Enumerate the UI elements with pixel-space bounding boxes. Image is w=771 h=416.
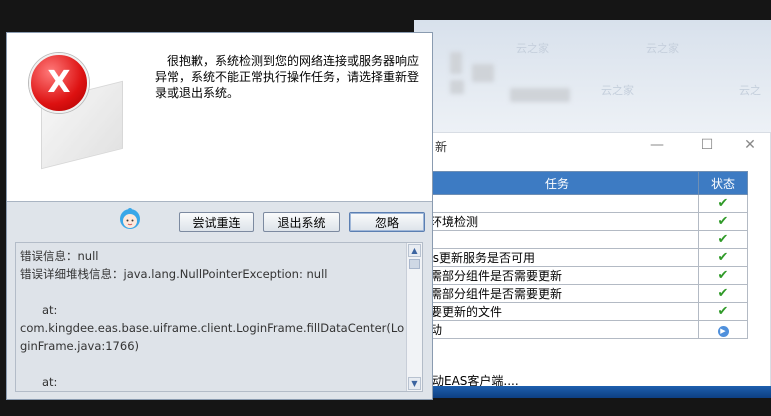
launcher-header: 云之家 云之家 云之家 云之 <box>414 20 771 132</box>
update-progress-window: 新 — ☐ ✕ 任务 状态 管 ✔ 端环境检测 ✔ <box>414 132 771 398</box>
task-cell: 启动 <box>415 320 699 339</box>
error-details-text: 错误信息：null 错误详细堆栈信息：java.lang.NullPointer… <box>20 247 406 391</box>
table-row: 启动 ▶ <box>415 320 748 339</box>
detail-line: 错误详细堆栈信息：java.lang.NullPointerException:… <box>20 267 328 281</box>
error-x-icon: X <box>29 53 89 113</box>
maximize-icon[interactable]: ☐ <box>697 136 717 154</box>
task-cell: 本需部分组件是否需要更新 <box>415 266 699 285</box>
detail-line: 错误信息：null <box>20 249 99 263</box>
status-cell: ✔ <box>698 248 748 267</box>
minimize-icon[interactable]: — <box>647 136 667 154</box>
retry-button[interactable]: 尝试重连 <box>179 212 254 232</box>
error-dialog: X 很抱歉，系统检测到您的网络连接或服务器响应异常，系统不能正常执行操作任务，请… <box>6 32 433 400</box>
blurred-logo <box>450 80 464 94</box>
close-icon[interactable]: ✕ <box>740 136 760 154</box>
window-title: 新 <box>435 140 448 154</box>
button-bar: 尝试重连 退出系统 忽略 <box>7 202 432 236</box>
detail-area: 错误信息：null 错误详细堆栈信息：java.lang.NullPointer… <box>7 236 432 399</box>
play-icon: ▶ <box>717 326 729 337</box>
mascot-icon <box>120 208 140 229</box>
check-icon: ✔ <box>717 196 729 211</box>
status-cell: ✔ <box>698 194 748 213</box>
task-cell: 管 <box>415 194 699 213</box>
check-icon: ✔ <box>717 268 729 283</box>
blurred-logo <box>472 64 494 82</box>
column-header-task: 任务 <box>415 171 699 195</box>
background-launcher-window: 云之家 云之家 云之家 云之 新 — ☐ ✕ 任务 状态 管 ✔ <box>414 20 771 398</box>
table-row: 需要更新的文件 ✔ <box>415 302 748 321</box>
error-details-box[interactable]: 错误信息：null 错误详细堆栈信息：java.lang.NullPointer… <box>15 242 423 392</box>
table-row: 本需部分组件是否需要更新 ✔ <box>415 284 748 303</box>
table-row: 管 ✔ <box>415 194 748 213</box>
watermark: 云之家 <box>601 84 634 97</box>
status-cell: ✔ <box>698 230 748 249</box>
task-table: 任务 状态 管 ✔ 端环境检测 ✔ 新 ✔ eas更新服务是否可用 <box>415 171 748 339</box>
check-icon: ✔ <box>717 304 729 319</box>
progress-strip <box>414 386 771 398</box>
detail-line: at: <box>42 375 58 389</box>
blurred-text <box>510 88 570 102</box>
scroll-thumb[interactable] <box>409 259 420 269</box>
task-cell: 新 <box>415 230 699 249</box>
task-cell: 端环境检测 <box>415 212 699 231</box>
scroll-down-icon[interactable]: ▼ <box>408 377 421 390</box>
detail-line <box>20 283 406 301</box>
status-cell: ✔ <box>698 212 748 231</box>
message-area: X 很抱歉，系统检测到您的网络连接或服务器响应异常，系统不能正常执行操作任务，请… <box>7 33 432 201</box>
status-cell: ✔ <box>698 284 748 303</box>
status-cell: ✔ <box>698 302 748 321</box>
task-cell: eas更新服务是否可用 <box>415 248 699 267</box>
status-cell: ▶ <box>698 320 748 339</box>
table-row: 端环境检测 ✔ <box>415 212 748 231</box>
watermark: 云之家 <box>516 42 549 55</box>
table-row: 新 ✔ <box>415 230 748 249</box>
blurred-logo <box>450 52 462 74</box>
detail-line: at: <box>42 303 58 317</box>
column-header-status: 状态 <box>698 171 748 195</box>
detail-line <box>20 355 406 373</box>
exit-system-button[interactable]: 退出系统 <box>263 212 340 232</box>
table-row: eas更新服务是否可用 ✔ <box>415 248 748 267</box>
ignore-button[interactable]: 忽略 <box>349 212 425 232</box>
check-icon: ✔ <box>717 214 729 229</box>
scroll-up-icon[interactable]: ▲ <box>408 244 421 257</box>
task-cell: 需要更新的文件 <box>415 302 699 321</box>
watermark: 云之家 <box>646 42 679 55</box>
status-cell: ✔ <box>698 266 748 285</box>
check-icon: ✔ <box>717 250 729 265</box>
vertical-scrollbar[interactable]: ▲ ▼ <box>406 243 422 391</box>
watermark: 云之 <box>739 84 761 97</box>
table-row: 本需部分组件是否需要更新 ✔ <box>415 266 748 285</box>
title-bar: 新 — ☐ ✕ <box>415 133 770 159</box>
task-cell: 本需部分组件是否需要更新 <box>415 284 699 303</box>
detail-line: com.kingdee.eas.base.uiframe.client.Logi… <box>20 321 405 353</box>
check-icon: ✔ <box>717 286 729 301</box>
check-icon: ✔ <box>717 232 729 247</box>
error-message-text: 很抱歉，系统检测到您的网络连接或服务器响应异常，系统不能正常执行操作任务，请选择… <box>155 54 420 100</box>
error-message: 很抱歉，系统检测到您的网络连接或服务器响应异常，系统不能正常执行操作任务，请选择… <box>155 53 425 101</box>
